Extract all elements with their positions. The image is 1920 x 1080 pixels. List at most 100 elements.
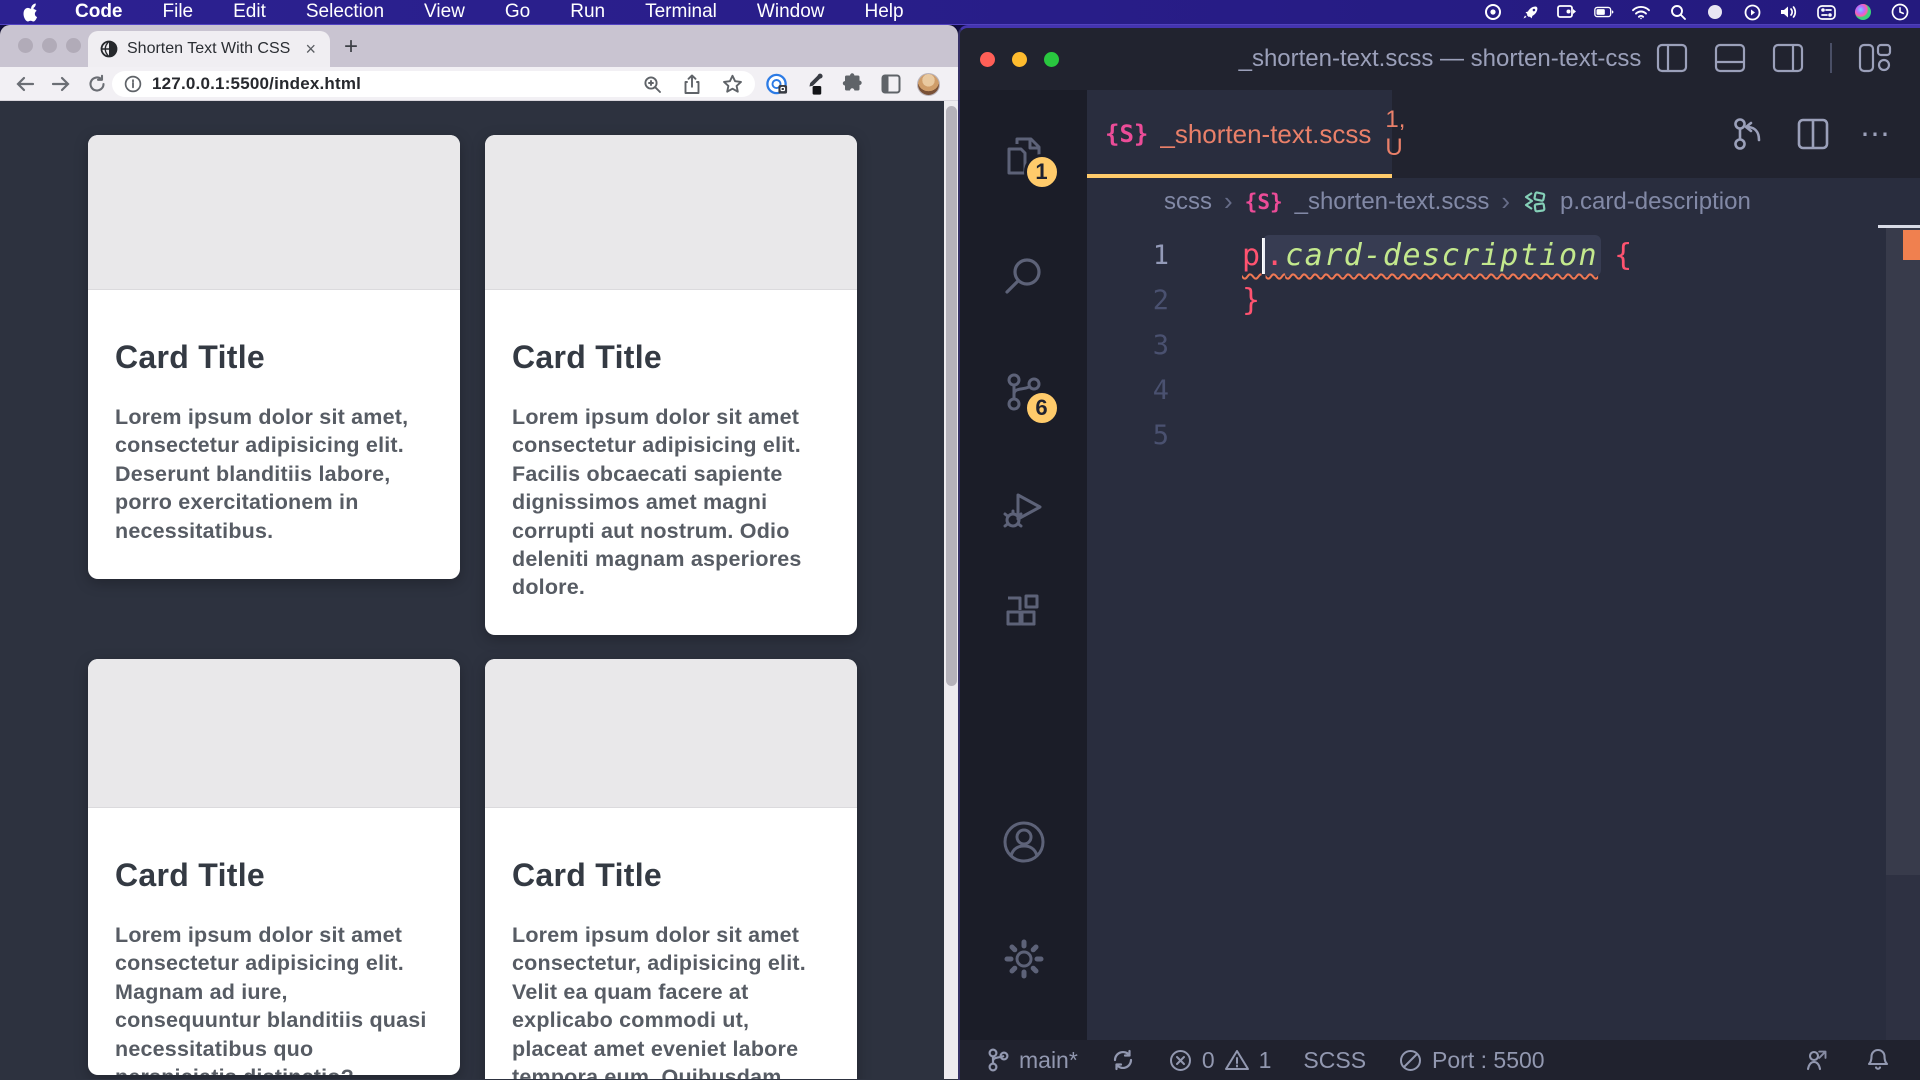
open-brace-token: { xyxy=(1614,238,1634,273)
toggle-secondary-sidebar-icon[interactable] xyxy=(1772,43,1804,73)
language-mode[interactable]: SCSS xyxy=(1303,1047,1366,1074)
minimize-window-button[interactable] xyxy=(1012,52,1027,67)
browser-tab[interactable]: Shorten Text With CSS × xyxy=(88,31,330,67)
zoom-window-button[interactable] xyxy=(1044,52,1059,67)
text-cursor xyxy=(1262,238,1265,274)
menu-selection[interactable]: Selection xyxy=(306,1,384,23)
extensions-icon[interactable] xyxy=(1000,590,1048,638)
zoom-page-icon[interactable] xyxy=(643,75,662,94)
customize-layout-icon[interactable] xyxy=(1858,43,1892,73)
git-branch-status[interactable]: main* xyxy=(986,1047,1078,1074)
run-debug-icon[interactable] xyxy=(1000,485,1048,533)
line-number: 5 xyxy=(1087,420,1187,451)
breadcrumb-symbol[interactable]: p.card-description xyxy=(1560,188,1751,216)
card-2-title: Card Title xyxy=(512,336,830,378)
browser-tab-title: Shorten Text With CSS xyxy=(127,40,294,58)
card-2: Card Title Lorem ipsum dolor sit amet co… xyxy=(485,135,857,635)
vscode-window: _shorten-text.scss — shorten-text-css 1 xyxy=(958,25,1920,1080)
menubar-status-icons xyxy=(1483,2,1910,22)
browser-window-controls xyxy=(18,38,81,53)
breadcrumb-folder[interactable]: scss xyxy=(1164,188,1212,216)
explorer-icon[interactable]: 1 xyxy=(1000,132,1048,180)
accounts-icon[interactable] xyxy=(1000,818,1048,866)
zoom-window-button[interactable] xyxy=(66,38,81,53)
minimize-window-button[interactable] xyxy=(42,38,57,53)
screen-mirroring-icon[interactable] xyxy=(1557,2,1577,22)
line-number: 2 xyxy=(1087,285,1187,316)
class-name-token: card-description xyxy=(1285,238,1598,273)
vscode-editor-area: {S} _shorten-text.scss 1, U ⋯ xyxy=(1087,90,1920,1040)
extensions-puzzle-icon[interactable] xyxy=(841,72,865,96)
tab-filename: _shorten-text.scss xyxy=(1160,119,1371,150)
control-center-icon[interactable] xyxy=(1816,2,1836,22)
notifications-bell-icon[interactable] xyxy=(1866,1047,1890,1074)
browser-profile-avatar[interactable] xyxy=(917,73,940,96)
address-bar[interactable]: 127.0.0.1:5500/index.html xyxy=(112,71,755,97)
bookmark-star-icon[interactable] xyxy=(722,74,743,94)
site-info-icon[interactable] xyxy=(124,75,142,93)
menu-view[interactable]: View xyxy=(424,1,465,23)
menu-file[interactable]: File xyxy=(163,1,194,23)
close-window-button[interactable] xyxy=(980,52,995,67)
menu-app-name[interactable]: Code xyxy=(75,1,123,23)
browser-scrollbar[interactable] xyxy=(944,101,958,1079)
menu-window[interactable]: Window xyxy=(757,1,825,23)
source-control-icon[interactable]: 6 xyxy=(1000,368,1048,416)
apple-menu-icon[interactable] xyxy=(22,2,39,22)
volume-icon[interactable] xyxy=(1779,2,1799,22)
password-manager-extension-icon[interactable] xyxy=(765,72,789,96)
card-4-title: Card Title xyxy=(512,854,830,896)
code-editor[interactable]: 1 p.card-description{ 2 } 3 4 xyxy=(1087,225,1920,1040)
spotlight-search-icon[interactable] xyxy=(1668,2,1688,22)
selector-tag-token: p xyxy=(1242,238,1262,273)
editor-tab[interactable]: {S} _shorten-text.scss 1, U xyxy=(1087,90,1392,178)
card-4: Card Title Lorem ipsum dolor sit amet co… xyxy=(485,659,857,1079)
editor-more-actions-icon[interactable]: ⋯ xyxy=(1860,117,1892,152)
reload-icon[interactable] xyxy=(86,73,108,95)
toggle-primary-sidebar-icon[interactable] xyxy=(1656,43,1688,73)
menu-help[interactable]: Help xyxy=(865,1,904,23)
new-tab-button[interactable]: + xyxy=(344,33,358,61)
tab-close-icon[interactable]: × xyxy=(303,39,318,60)
chevron-right-icon: › xyxy=(1224,186,1233,217)
colorpicker-extension-icon[interactable] xyxy=(803,72,827,96)
browser-scrollbar-thumb[interactable] xyxy=(946,106,957,686)
share-icon[interactable] xyxy=(683,74,701,95)
reading-mode-icon[interactable] xyxy=(879,72,903,96)
clock-icon[interactable] xyxy=(1890,2,1910,22)
battery-icon[interactable] xyxy=(1594,2,1614,22)
screen-time-icon[interactable] xyxy=(1742,2,1762,22)
toggle-panel-icon[interactable] xyxy=(1714,43,1746,73)
wifi-icon[interactable] xyxy=(1631,2,1651,22)
problems-status[interactable]: 0 1 xyxy=(1168,1047,1272,1074)
live-share-icon[interactable] xyxy=(1804,1047,1832,1073)
forward-icon[interactable] xyxy=(50,73,72,95)
screen-record-icon[interactable] xyxy=(1483,2,1503,22)
focus-mode-icon[interactable] xyxy=(1705,2,1725,22)
menu-go[interactable]: Go xyxy=(505,1,530,23)
titlebar-separator xyxy=(1830,43,1832,73)
search-icon[interactable] xyxy=(1000,252,1048,300)
settings-gear-icon[interactable] xyxy=(1000,935,1048,983)
menu-terminal[interactable]: Terminal xyxy=(645,1,717,23)
close-window-button[interactable] xyxy=(18,38,33,53)
split-editor-icon[interactable] xyxy=(1796,117,1830,151)
open-changes-icon[interactable] xyxy=(1732,116,1766,152)
vscode-window-controls xyxy=(980,52,1059,67)
breadcrumb-file[interactable]: _shorten-text.scss xyxy=(1295,188,1490,216)
live-server-port[interactable]: Port : 5500 xyxy=(1398,1047,1545,1074)
sync-changes-button[interactable] xyxy=(1110,1047,1136,1073)
line-number: 1 xyxy=(1087,240,1187,271)
back-icon[interactable] xyxy=(14,73,36,95)
breadcrumbs[interactable]: scss › {S} _shorten-text.scss › p.card-d… xyxy=(1087,178,1920,225)
editor-scrollbar-slider[interactable] xyxy=(1886,227,1920,875)
editor-scrollbar[interactable] xyxy=(1886,225,1920,1040)
rocket-icon[interactable] xyxy=(1520,2,1540,22)
siri-icon[interactable] xyxy=(1853,2,1873,22)
source-control-badge: 6 xyxy=(1024,390,1060,426)
card-3-image-placeholder xyxy=(88,659,460,808)
menu-edit[interactable]: Edit xyxy=(233,1,266,23)
vscode-titlebar[interactable]: _shorten-text.scss — shorten-text-css xyxy=(960,28,1920,90)
menu-run[interactable]: Run xyxy=(570,1,605,23)
error-count: 0 xyxy=(1202,1047,1215,1074)
